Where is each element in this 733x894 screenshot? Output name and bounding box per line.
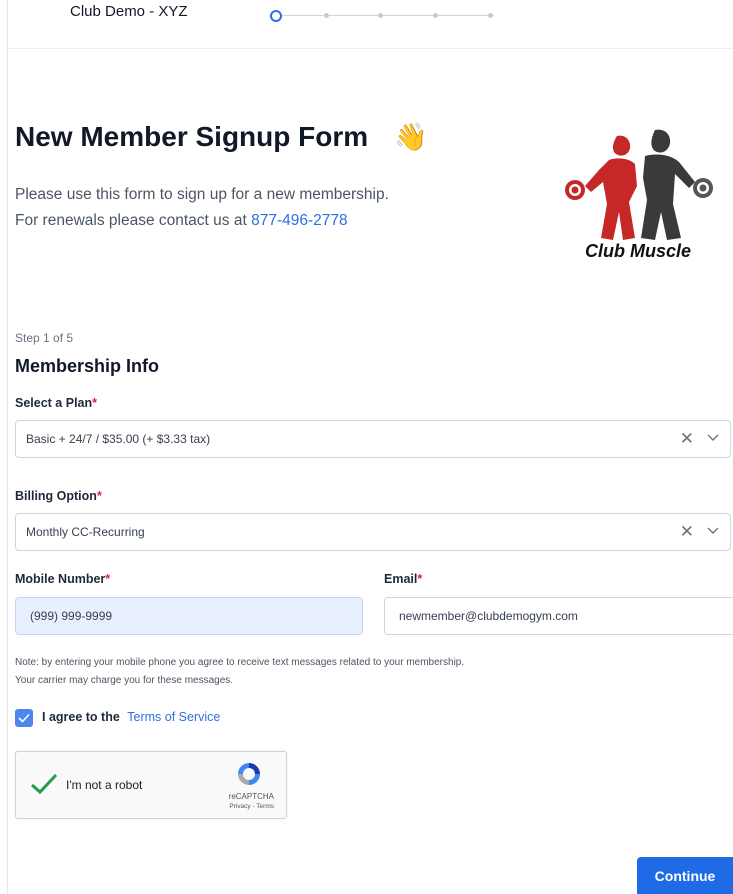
recaptcha-brand: reCAPTCHA: [228, 792, 274, 801]
club-name: Club Demo - XYZ: [70, 3, 188, 20]
mobile-label-text: Mobile Number: [15, 572, 106, 586]
chevron-down-icon[interactable]: [706, 523, 720, 537]
plan-label-text: Select a Plan: [15, 396, 93, 410]
phone-link[interactable]: 877-496-2778: [251, 212, 348, 229]
frame-border: [7, 0, 8, 894]
billing-label: Billing Option*: [15, 489, 102, 503]
recaptcha-widget[interactable]: I'm not a robot reCAPTCHA Privacy - Term…: [15, 751, 287, 819]
continue-button[interactable]: Continue: [637, 857, 733, 894]
page-title: New Member Signup Form: [15, 121, 369, 152]
sms-note-line-2: Your carrier may charge you for these me…: [15, 675, 234, 686]
logo-text: Club Muscle: [584, 241, 691, 261]
plan-label: Select a Plan*: [15, 396, 97, 410]
terms-of-service-link[interactable]: Terms of Service: [127, 710, 220, 724]
recaptcha-logo-icon: [238, 763, 260, 785]
waving-hand-icon: 👋: [394, 122, 428, 152]
stepper-step-4: [433, 13, 438, 18]
mobile-number-field[interactable]: (999) 999-9999: [15, 597, 363, 635]
sms-note-line-1: Note: by entering your mobile phone you …: [15, 657, 465, 668]
step-indicator: Step 1 of 5: [15, 331, 74, 345]
stepper-step-5: [488, 13, 493, 18]
top-bar: Club Demo - XYZ: [8, 0, 733, 49]
intro-line-1: Please use this form to sign up for a ne…: [15, 186, 389, 203]
recaptcha-label: I'm not a robot: [66, 778, 143, 792]
billing-select[interactable]: Monthly CC-Recurring ✕: [15, 513, 731, 551]
plan-select-value: Basic + 24/7 / $35.00 (+ $3.33 tax): [26, 432, 211, 446]
email-field[interactable]: newmember@clubdemogym.com: [384, 597, 733, 635]
checkmark-icon: [18, 713, 30, 723]
stepper-step-2: [324, 13, 329, 18]
gym-figures-icon: [565, 129, 713, 240]
required-mark: *: [92, 396, 97, 410]
intro-line-2: For renewals please contact us at 877-49…: [15, 208, 389, 234]
email-label-text: Email: [384, 572, 418, 586]
progress-stepper: [270, 10, 500, 22]
billing-label-text: Billing Option: [15, 489, 97, 503]
clear-icon[interactable]: ✕: [680, 429, 694, 449]
agree-prefix: I agree to the: [42, 710, 120, 724]
recaptcha-privacy-terms-link[interactable]: Privacy - Terms: [16, 803, 286, 810]
required-mark: *: [96, 489, 102, 503]
mobile-label: Mobile Number*: [15, 572, 110, 586]
sms-note: Note: by entering your mobile phone you …: [15, 654, 464, 690]
stepper-current-step: [270, 10, 282, 22]
chevron-down-icon[interactable]: [706, 430, 720, 444]
intro-line-2-prefix: For renewals please contact us at: [15, 212, 247, 229]
stepper-line: [278, 15, 494, 16]
agree-text: I agree to the Terms of Service: [42, 710, 220, 724]
plan-select[interactable]: Basic + 24/7 / $35.00 (+ $3.33 tax) ✕: [15, 420, 731, 458]
email-label: Email*: [384, 572, 422, 586]
billing-select-value: Monthly CC-Recurring: [26, 525, 145, 539]
required-mark: *: [417, 572, 423, 586]
required-mark: *: [105, 572, 111, 586]
clear-icon[interactable]: ✕: [680, 522, 694, 542]
agree-checkbox[interactable]: [15, 709, 33, 727]
stepper-step-3: [378, 13, 383, 18]
club-logo: Club Muscle: [563, 126, 713, 266]
intro-text: Please use this form to sign up for a ne…: [15, 182, 389, 234]
section-title: Membership Info: [15, 356, 160, 376]
